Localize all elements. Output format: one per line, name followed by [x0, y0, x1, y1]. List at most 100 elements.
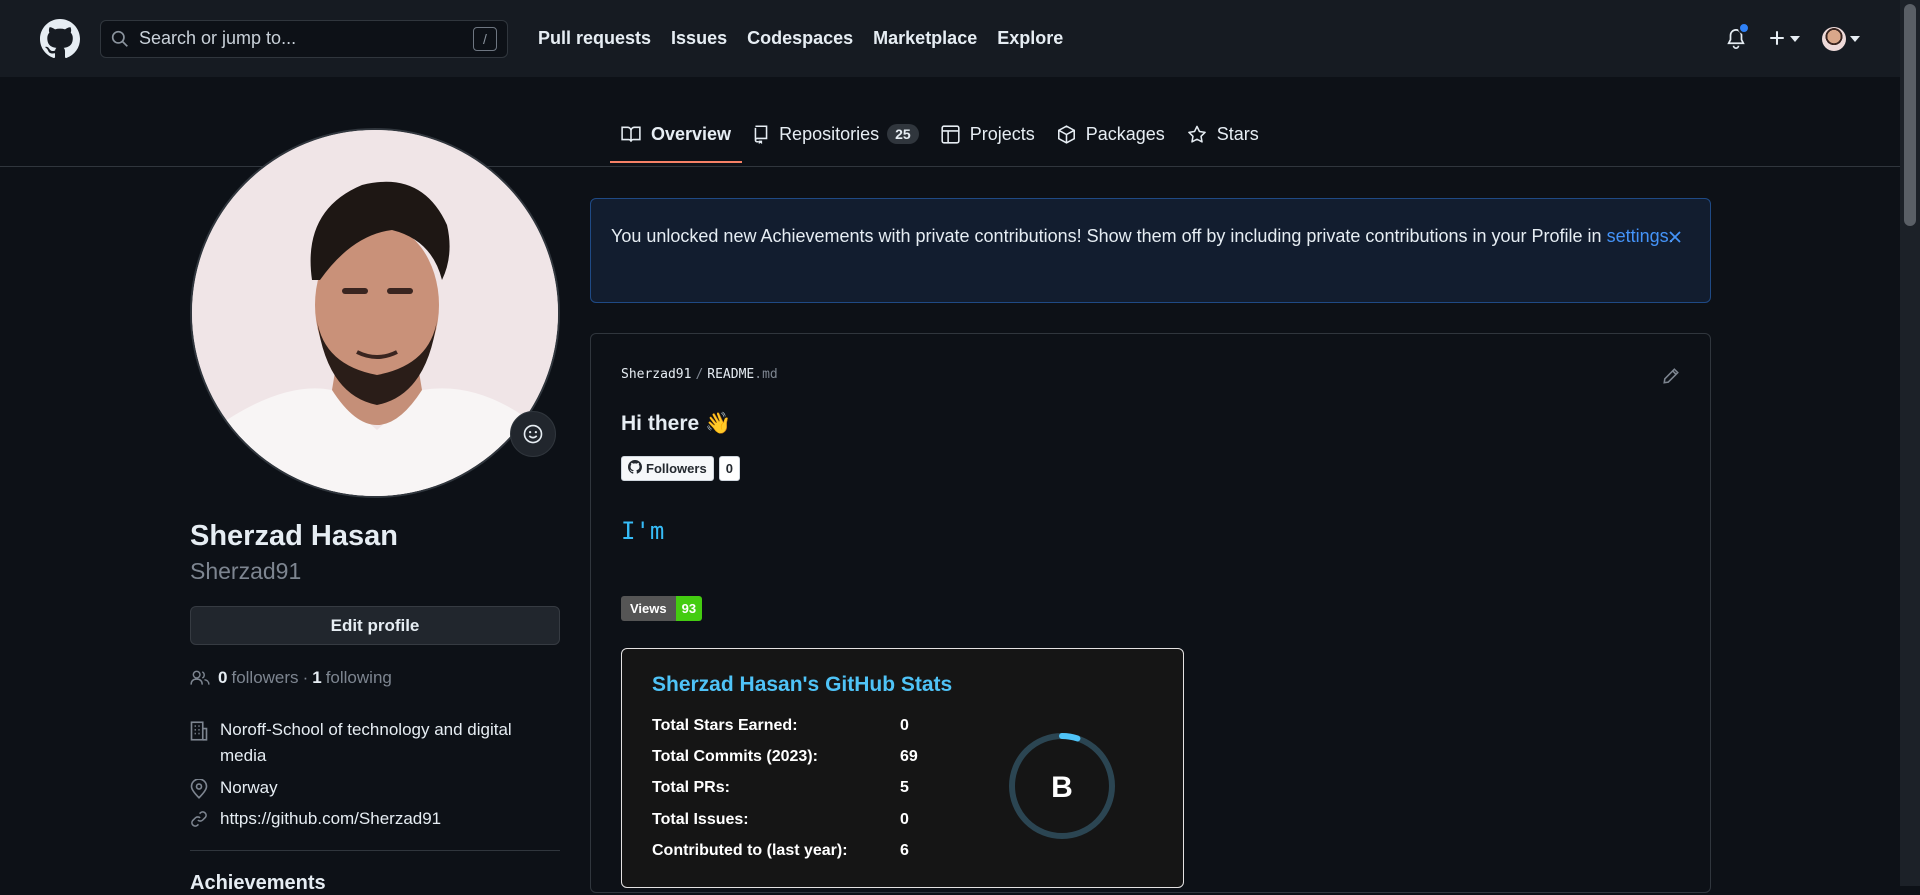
github-logo-icon[interactable] — [40, 18, 80, 59]
views-label: Views — [621, 596, 676, 621]
stat-label: Contributed to (last year): — [652, 842, 848, 859]
readme-file[interactable]: README — [707, 367, 754, 382]
following-link[interactable]: following — [326, 668, 392, 688]
location-item: Norway — [190, 775, 278, 801]
readme-greeting: Hi there 👋 — [621, 412, 732, 435]
chevron-down-icon — [1790, 35, 1800, 42]
tab-stars[interactable]: Stars — [1176, 113, 1270, 155]
location-text: Norway — [220, 778, 278, 797]
tab-overview[interactable]: Overview — [610, 113, 743, 163]
stat-value: 6 — [900, 842, 909, 859]
stat-label: Total Stars Earned: — [652, 717, 798, 734]
profile-readme: Sherzad91 /README.md Hi there 👋 Followers… — [590, 333, 1711, 893]
nav-pull-requests[interactable]: Pull requests — [538, 28, 651, 49]
search-shortcut-key: / — [473, 26, 497, 51]
tab-label: Stars — [1216, 123, 1259, 144]
achievements-heading: Achievements — [190, 872, 326, 894]
global-nav: Pull requests Issues Codespaces Marketpl… — [538, 28, 1063, 49]
stat-value: 5 — [900, 779, 909, 796]
website-item: https://github.com/Sherzad91 — [190, 806, 441, 832]
create-new-button[interactable] — [1768, 23, 1800, 54]
flash-message: You unlocked new Achievements with priva… — [611, 226, 1607, 246]
search-icon — [111, 30, 129, 48]
edit-profile-button[interactable]: Edit profile — [190, 606, 560, 645]
search-input[interactable]: Search or jump to... / — [100, 19, 508, 58]
nav-issues[interactable]: Issues — [671, 28, 727, 49]
stat-value: 69 — [900, 748, 918, 765]
table-icon — [941, 124, 960, 144]
pencil-icon[interactable] — [1662, 367, 1680, 390]
notification-dot — [1738, 21, 1750, 34]
github-stats-card: Sherzad Hasan's GitHub Stats Total Stars… — [621, 648, 1184, 888]
stat-row: Total Stars Earned: 0 — [652, 717, 909, 735]
github-logo-icon — [628, 460, 642, 477]
nav-marketplace[interactable]: Marketplace — [873, 28, 977, 49]
typing-text: I'm — [621, 517, 665, 545]
link-icon — [190, 810, 212, 828]
badge-text: Followers — [646, 461, 707, 476]
plus-icon — [1768, 23, 1786, 54]
readme-ext: .md — [754, 367, 778, 382]
stat-label: Total Issues: — [652, 811, 749, 828]
following-count[interactable]: 1 — [312, 668, 321, 688]
organization-item: Noroff-School of technology and digital … — [190, 717, 560, 769]
followers-count[interactable]: 0 — [218, 668, 227, 688]
profile-avatar[interactable] — [190, 128, 560, 498]
nav-explore[interactable]: Explore — [997, 28, 1063, 49]
page-scrollbar[interactable] — [1900, 0, 1920, 886]
bell-icon[interactable] — [1726, 21, 1750, 50]
follow-stats: 0 followers · 1 following — [190, 668, 392, 688]
views-count: 93 — [675, 596, 703, 621]
location-icon — [190, 779, 212, 799]
stat-row: Total Commits (2023): 69 — [652, 748, 918, 766]
tab-label: Packages — [1085, 123, 1165, 144]
followers-link[interactable]: followers — [231, 668, 298, 688]
stat-value: 0 — [900, 811, 909, 828]
search-placeholder: Search or jump to... — [139, 28, 297, 48]
package-icon — [1057, 124, 1076, 144]
chevron-down-icon — [1850, 35, 1860, 42]
stat-value: 0 — [900, 717, 909, 734]
nav-codespaces[interactable]: Codespaces — [747, 28, 853, 49]
close-icon[interactable] — [1668, 225, 1682, 252]
repo-icon — [753, 124, 769, 144]
star-icon — [1187, 125, 1207, 144]
tab-projects[interactable]: Projects — [930, 113, 1046, 155]
scrollbar-thumb[interactable] — [1904, 4, 1916, 226]
stat-label: Total Commits (2023): — [652, 748, 818, 765]
tab-label: Repositories — [779, 123, 880, 144]
avatar — [1822, 26, 1846, 51]
user-menu-button[interactable] — [1822, 26, 1860, 51]
followers-badge-label: Followers — [621, 456, 714, 481]
stat-row: Total Issues: 0 — [652, 811, 909, 829]
profile-name: Sherzad Hasan — [190, 520, 398, 552]
tab-packages[interactable]: Packages — [1046, 113, 1176, 155]
sidebar-divider — [190, 850, 560, 851]
views-badge: Views 93 — [621, 596, 703, 621]
stats-title: Sherzad Hasan's GitHub Stats — [652, 673, 953, 696]
set-status-button[interactable] — [510, 411, 556, 457]
tab-label: Overview — [651, 123, 732, 144]
organization-icon — [190, 721, 212, 741]
settings-link[interactable]: settings — [1607, 226, 1669, 246]
rank-ring: B — [1009, 733, 1115, 839]
organization-text: Noroff-School of technology and digital … — [220, 720, 512, 765]
tab-repositories[interactable]: Repositories 25 — [742, 113, 930, 155]
repo-count-badge: 25 — [887, 124, 919, 144]
stat-label: Total PRs: — [652, 779, 730, 796]
rank-letter: B — [1051, 771, 1073, 804]
readme-path: Sherzad91 /README.md — [621, 367, 778, 382]
achievements-flash: You unlocked new Achievements with priva… — [590, 198, 1711, 303]
followers-badge[interactable]: Followers 0 — [621, 456, 740, 481]
header-actions — [1726, 0, 1860, 77]
profile-login: Sherzad91 — [190, 558, 302, 584]
smiley-icon — [523, 424, 543, 444]
website-link[interactable]: https://github.com/Sherzad91 — [220, 806, 441, 832]
readme-owner[interactable]: Sherzad91 — [621, 367, 691, 382]
separator-dot: · — [302, 668, 309, 687]
followers-badge-count: 0 — [718, 456, 740, 481]
tab-label: Projects — [969, 123, 1035, 144]
stat-row: Contributed to (last year): 6 — [652, 842, 909, 860]
top-header: Search or jump to... / Pull requests Iss… — [0, 0, 1900, 77]
stat-row: Total PRs: 5 — [652, 779, 909, 797]
